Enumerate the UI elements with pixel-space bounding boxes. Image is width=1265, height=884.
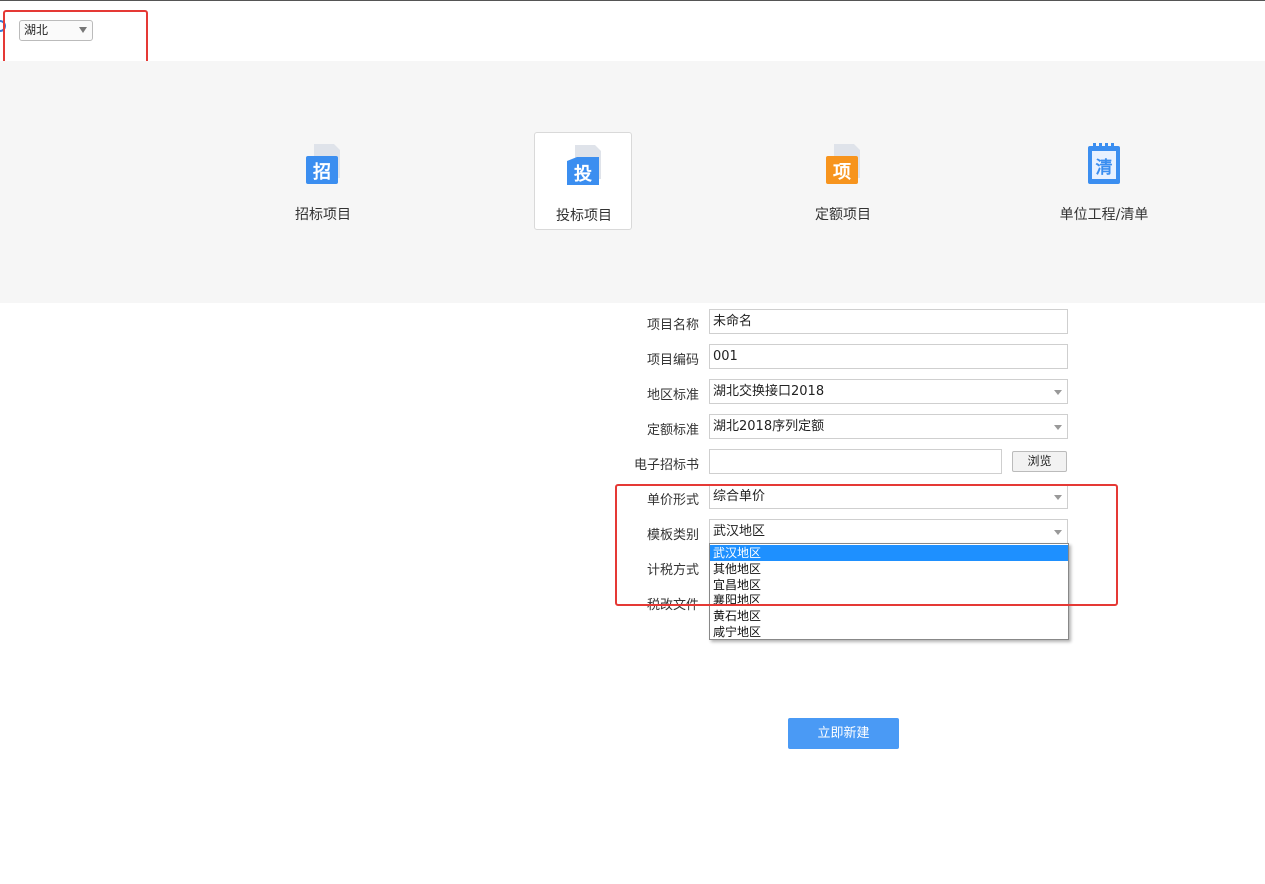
project-type-label: 单位工程/清单 xyxy=(1059,207,1149,223)
label-e-tender-doc: 电子招标书 xyxy=(633,458,699,473)
highlight-box-province xyxy=(3,10,148,67)
highlight-box-form xyxy=(615,484,1118,606)
zhaobiao-icon: 招 xyxy=(306,144,340,184)
svg-text:项: 项 xyxy=(833,162,851,183)
toubiao-icon: 投 xyxy=(567,145,601,185)
project-name-input[interactable]: 未命名 xyxy=(709,309,1068,334)
project-name-value: 未命名 xyxy=(713,314,753,329)
project-type-label: 定额项目 xyxy=(815,207,871,223)
svg-text:投: 投 xyxy=(574,163,592,185)
label-region-standard: 地区标准 xyxy=(646,388,699,403)
quota-standard-value: 湖北2018序列定额 xyxy=(713,419,825,434)
browse-button[interactable]: 浏览 xyxy=(1012,451,1067,472)
qingdan-icon: 清 xyxy=(1088,143,1120,184)
label-project-name: 项目名称 xyxy=(646,318,699,333)
window-top-border xyxy=(0,0,1265,1)
region-standard-value: 湖北交换接口2018 xyxy=(713,384,825,399)
project-type-label: 招标项目 xyxy=(295,207,351,223)
label-quota-standard: 定额标准 xyxy=(646,423,699,438)
project-code-input[interactable]: 001 xyxy=(709,344,1068,369)
quota-standard-select[interactable]: 湖北2018序列定额 xyxy=(709,414,1068,439)
project-type-toubiao[interactable]: 投 投标项目 xyxy=(534,132,632,230)
region-standard-select[interactable]: 湖北交换接口2018 xyxy=(709,379,1068,404)
chevron-down-icon xyxy=(1054,425,1062,430)
dropdown-option[interactable]: 咸宁地区 xyxy=(710,624,1068,640)
project-type-label: 投标项目 xyxy=(556,208,612,224)
dinge-icon: 项 xyxy=(826,144,860,184)
svg-text:清: 清 xyxy=(1096,157,1113,178)
project-type-zhaobiao[interactable]: 招 招标项目 xyxy=(274,132,372,230)
chevron-down-icon xyxy=(1054,390,1062,395)
project-type-dinge[interactable]: 项 定额项目 xyxy=(794,132,892,230)
create-now-button[interactable]: 立即新建 xyxy=(788,718,899,749)
dropdown-option[interactable]: 黄石地区 xyxy=(710,608,1068,624)
svg-text:招: 招 xyxy=(313,161,331,183)
e-tender-doc-input[interactable] xyxy=(709,449,1002,474)
label-project-code: 项目编码 xyxy=(646,353,699,368)
project-type-qingdan[interactable]: 清 单位工程/清单 xyxy=(1055,132,1153,230)
project-code-value: 001 xyxy=(713,349,738,364)
